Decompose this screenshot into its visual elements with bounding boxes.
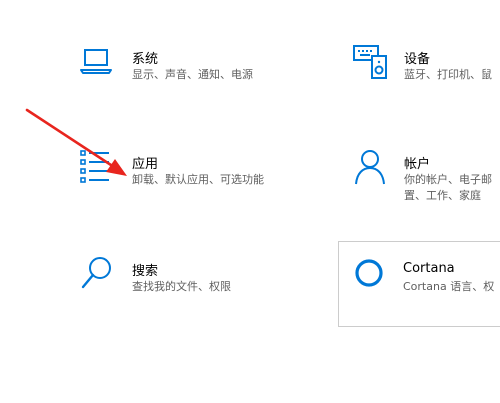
tile-system[interactable]: 系统 显示、声音、通知、电源 bbox=[70, 40, 290, 100]
tile-title: 设备 bbox=[404, 52, 431, 67]
settings-home: 系统 显示、声音、通知、电源 设备 蓝牙、打印机、鼠 应用 卸载、默认应用、可选… bbox=[0, 0, 500, 403]
tile-title: 搜索 bbox=[132, 264, 159, 279]
tile-description: Cortana 语言、权 bbox=[403, 280, 495, 293]
tile-title: 帐户 bbox=[404, 157, 431, 172]
tile-apps[interactable]: 应用 卸载、默认应用、可选功能 bbox=[70, 145, 290, 205]
tile-description: 查找我的文件、权限 bbox=[132, 280, 231, 293]
devices-icon bbox=[352, 42, 392, 82]
tile-title: 系统 bbox=[132, 52, 159, 67]
tile-search[interactable]: 搜索 查找我的文件、权限 bbox=[70, 252, 290, 312]
tile-cortana[interactable]: Cortana Cortana 语言、权 bbox=[338, 241, 500, 327]
laptop-icon bbox=[78, 42, 118, 82]
tile-description: 蓝牙、打印机、鼠 bbox=[404, 68, 492, 81]
tile-accounts[interactable]: 帐户 你的帐户、电子邮 置、工作、家庭 bbox=[340, 145, 500, 215]
tile-description-line1: 你的帐户、电子邮 bbox=[404, 173, 492, 186]
tile-title: 应用 bbox=[132, 157, 159, 172]
search-icon bbox=[78, 254, 118, 294]
tile-description-line2: 置、工作、家庭 bbox=[404, 189, 481, 202]
tile-devices[interactable]: 设备 蓝牙、打印机、鼠 bbox=[340, 40, 500, 100]
tile-description: 显示、声音、通知、电源 bbox=[132, 68, 253, 81]
tile-description: 卸载、默认应用、可选功能 bbox=[132, 173, 264, 186]
tile-title: Cortana bbox=[403, 261, 455, 276]
cortana-icon bbox=[351, 254, 391, 294]
apps-icon bbox=[78, 147, 118, 187]
person-icon bbox=[352, 147, 392, 187]
